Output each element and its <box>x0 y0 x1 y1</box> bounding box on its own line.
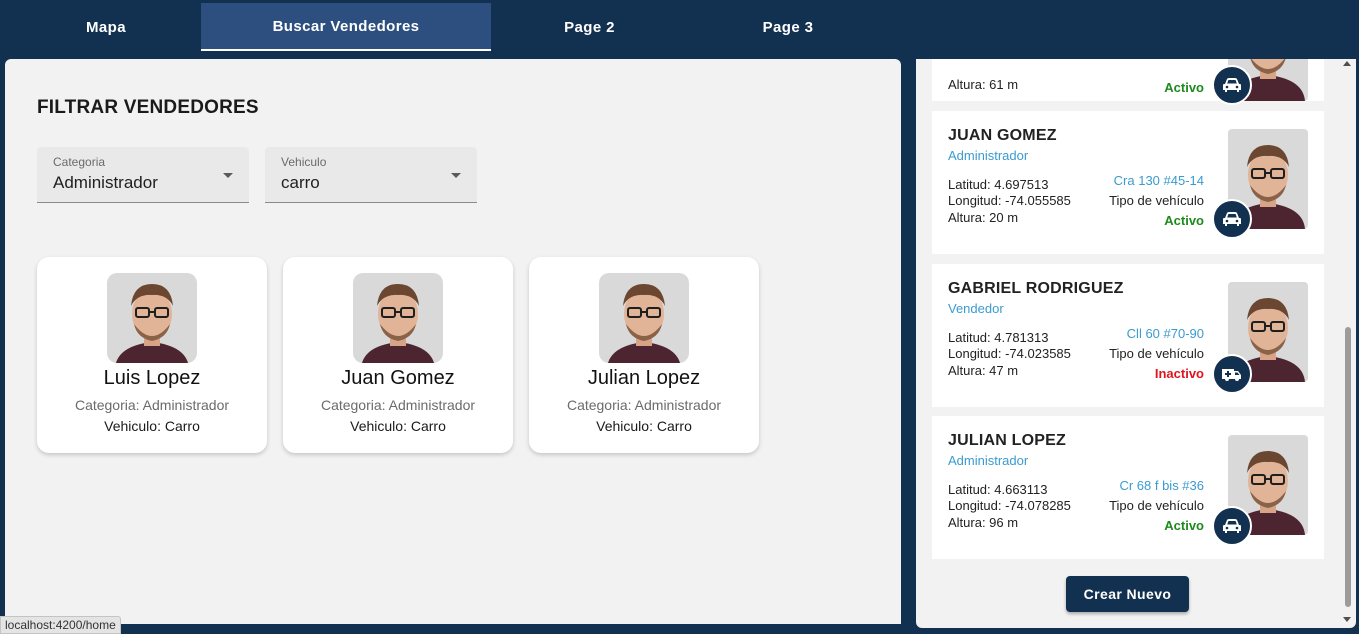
result-name: Julian Lopez <box>587 367 701 389</box>
category-select[interactable]: Categoria Administrador <box>37 147 249 203</box>
result-card[interactable]: Luis Lopez Categoria: Administrador Vehi… <box>37 257 267 453</box>
avatar <box>107 273 197 363</box>
seller-longitude: Longitud: -74.023585 <box>948 346 1071 361</box>
seller-card[interactable]: JULIAN LOPEZ Administrador Latitud: 4.66… <box>932 416 1324 559</box>
ambulance-icon <box>1212 354 1252 394</box>
seller-altura: Altura: 96 m <box>948 515 1019 530</box>
seller-longitude: Longitud: -74.078285 <box>948 498 1071 513</box>
status-badge: Activo <box>1164 518 1204 533</box>
top-nav: Mapa Buscar Vendedores Page 2 Page 3 <box>0 0 1359 52</box>
vehicle-type-label: Tipo de vehículo <box>1109 498 1204 513</box>
scrollbar[interactable] <box>1344 59 1352 628</box>
seller-address: Cr 68 f bis #36 <box>1119 478 1204 493</box>
result-name: Juan Gomez <box>341 367 455 389</box>
vehicle-type-label: Tipo de vehículo <box>1109 193 1204 208</box>
chevron-down-icon <box>223 173 233 178</box>
filter-title: FILTRAR VENDEDORES <box>37 97 259 118</box>
avatar <box>353 273 443 363</box>
result-vehicle: Vehiculo: Carro <box>104 418 200 434</box>
seller-latitude: Latitud: 4.697513 <box>948 177 1049 192</box>
seller-card[interactable]: GABRIEL RODRIGUEZ Vendedor Latitud: 4.78… <box>932 264 1324 407</box>
tab-mapa[interactable]: Mapa <box>12 3 200 51</box>
seller-latitude: Latitud: 4.663113 <box>948 482 1048 497</box>
result-card[interactable]: Juan Gomez Categoria: Administrador Vehi… <box>283 257 513 453</box>
seller-role: Vendedor <box>948 301 1004 316</box>
car-icon <box>1212 65 1252 105</box>
vehicle-select-label: Vehiculo <box>281 155 327 169</box>
vehicle-select[interactable]: Vehiculo carro <box>265 147 477 203</box>
seller-role: Administrador <box>948 453 1029 468</box>
filter-panel: FILTRAR VENDEDORES Categoria Administrad… <box>5 59 901 624</box>
car-icon <box>1212 506 1252 546</box>
category-select-label: Categoria <box>53 155 106 169</box>
seller-role: Administrador <box>948 148 1029 163</box>
create-new-button[interactable]: Crear Nuevo <box>1066 576 1189 612</box>
result-vehicle: Vehiculo: Carro <box>350 418 446 434</box>
seller-card[interactable]: JUAN GOMEZ Administrador Latitud: 4.6975… <box>932 111 1324 254</box>
status-badge: Activo <box>1164 213 1204 228</box>
seller-name: JULIAN LOPEZ <box>948 432 1066 449</box>
avatar <box>599 273 689 363</box>
car-icon <box>1212 199 1252 239</box>
chevron-down-icon <box>451 173 461 178</box>
seller-altura: Altura: 61 m <box>948 77 1019 92</box>
vehicle-type-label: Tipo de vehículo <box>1109 346 1204 361</box>
seller-name: JUAN GOMEZ <box>948 127 1057 144</box>
status-badge: Activo <box>1164 80 1204 95</box>
category-select-value: Administrador <box>53 173 158 192</box>
result-card[interactable]: Julian Lopez Categoria: Administrador Ve… <box>529 257 759 453</box>
seller-address: Cll 60 #70-90 <box>1126 326 1204 341</box>
tab-buscar-vendedores[interactable]: Buscar Vendedores <box>201 3 491 51</box>
seller-longitude: Longitud: -74.055585 <box>948 193 1071 208</box>
result-category: Categoria: Administrador <box>566 397 722 413</box>
tab-page-3[interactable]: Page 3 <box>690 3 886 51</box>
seller-latitude: Latitud: 4.781313 <box>948 330 1049 345</box>
scroll-down-arrow-icon[interactable] <box>1343 617 1351 622</box>
browser-status-url: localhost:4200/home <box>0 616 121 634</box>
result-vehicle: Vehiculo: Carro <box>596 418 692 434</box>
seller-card[interactable]: Altura: 61 m Activo <box>932 59 1324 105</box>
status-badge: Inactivo <box>1154 366 1204 381</box>
vehicle-select-value: carro <box>281 173 320 192</box>
scrollbar-thumb[interactable] <box>1345 327 1351 607</box>
seller-altura: Altura: 20 m <box>948 210 1019 225</box>
sellers-list-panel[interactable]: Altura: 61 m Activo JUAN GOMEZ Administr… <box>916 59 1356 628</box>
seller-address: Cra 130 #45-14 <box>1113 173 1204 188</box>
seller-altura: Altura: 47 m <box>948 363 1019 378</box>
result-category: Categoria: Administrador <box>74 397 230 413</box>
seller-name: GABRIEL RODRIGUEZ <box>948 280 1124 297</box>
result-category: Categoria: Administrador <box>320 397 476 413</box>
result-name: Luis Lopez <box>103 367 201 389</box>
tab-page-2[interactable]: Page 2 <box>493 3 686 51</box>
